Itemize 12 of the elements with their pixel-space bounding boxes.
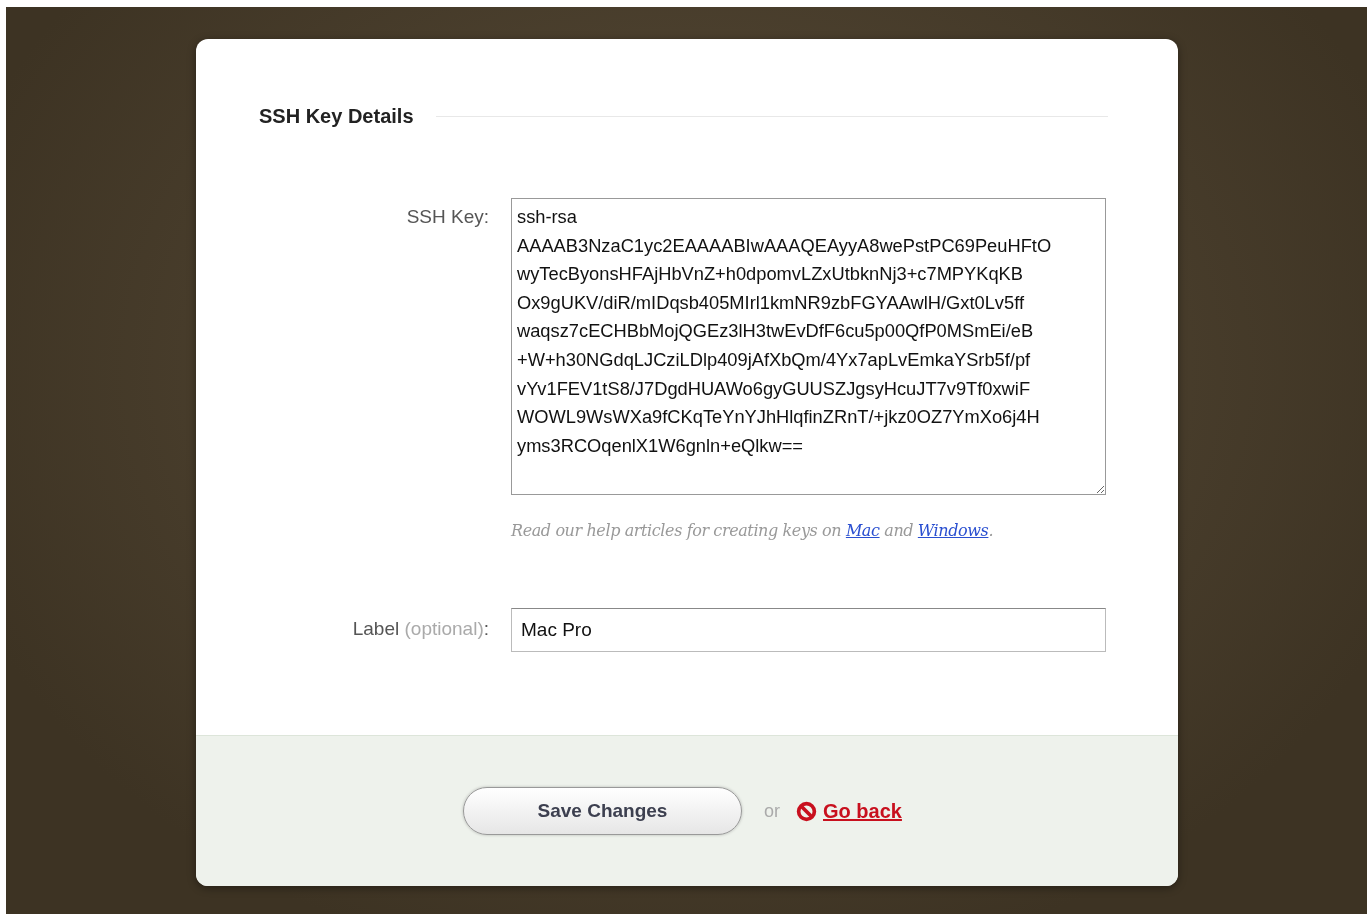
- ssh-key-textarea[interactable]: ssh-rsa AAAAB3NzaC1yc2EAAAABIwAAAQEAyyA8wePstPC69PeuHFtO wyTecByonsHFAjHbVnZ+h0dpomvLZxUtbknNj3+c7MPYKqKB Ox9gUKV/diR/mIDqsb405MIrl1kmNR9zbFGYAAwlH/Gxt0Lv5ff waqsz7cECHBbMojQGEz3lH3twEvDfF6cu5p00QfP0MSmEi/eB +W+h30NGdqLJCziLDlp409jAfXbQm/4Yx7apLvEmkaYSrb5f/pf vYv1FEV1tS8/J7DgdHUAWo6gyGUUSZJgsyHcuJT7v9Tf0xwiF WOWL9WsWXa9fCKqTeYnYJhHlqfinZRnT/+jkz0OZ7YmXo6j4H yms3RCOqenlX1W6gnln+eQlkw==: [511, 198, 1106, 495]
- go-back-link[interactable]: Go back: [823, 799, 902, 823]
- help-link[interactable]: Mac: [845, 521, 880, 540]
- section-title: SSH Key Details: [259, 105, 414, 128]
- or-text: or: [764, 800, 780, 822]
- label-input[interactable]: Mac Pro: [511, 608, 1106, 652]
- help-link[interactable]: Windows: [917, 521, 989, 540]
- prohibited-icon: [796, 800, 817, 822]
- help-text: Read our help articles for creating keys on Mac and Windows.: [511, 521, 994, 540]
- save-changes-button[interactable]: Save Changes: [463, 787, 742, 835]
- field-label: Label (optional):: [351, 617, 489, 640]
- field-label: SSH Key:: [405, 205, 489, 228]
